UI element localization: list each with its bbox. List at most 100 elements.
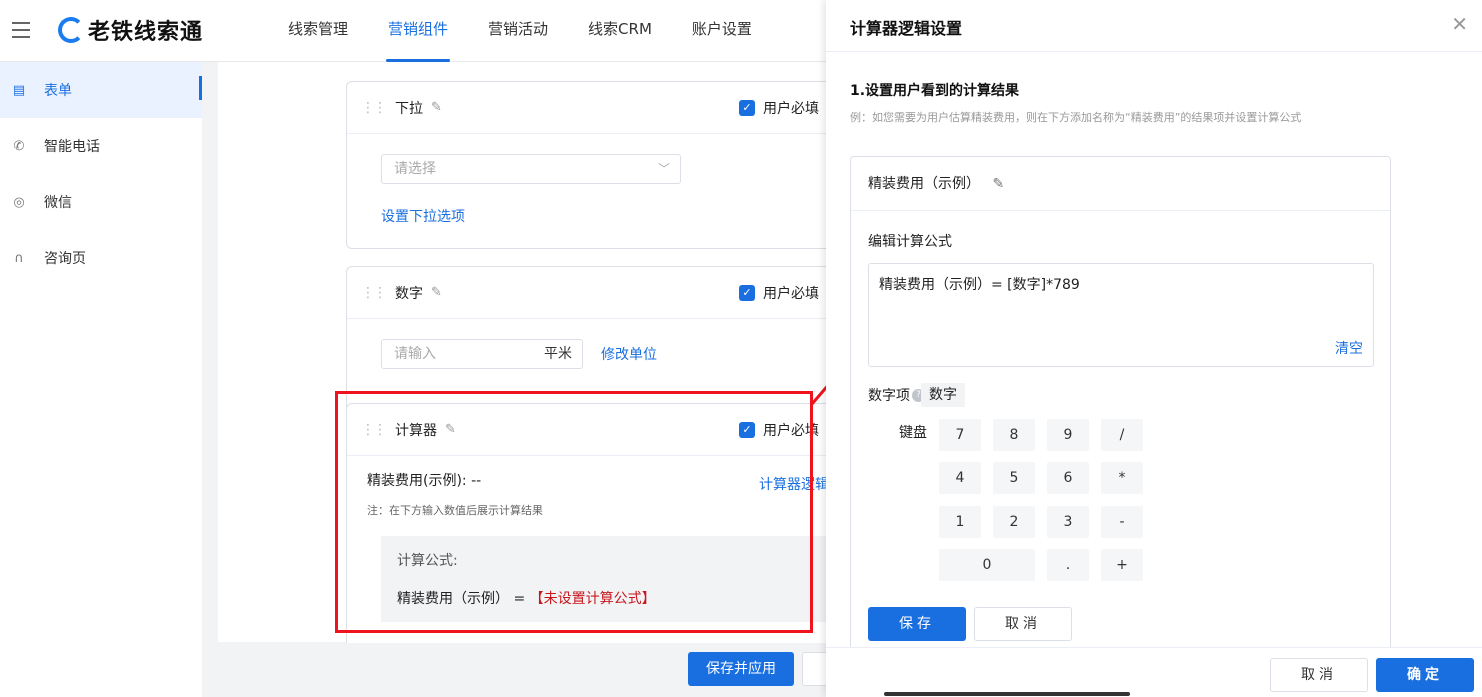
chevron-down-icon: ﹀ [657, 162, 670, 176]
key-plus[interactable]: + [1101, 549, 1143, 581]
card-title: 下拉 [395, 100, 423, 117]
input-placeholder: 请输入 [394, 346, 436, 362]
footer-cancel-button[interactable]: 取消 [1270, 658, 1368, 692]
footer-confirm-button[interactable]: 确定 [1376, 658, 1474, 692]
formula-label: 计算公式: [397, 553, 458, 569]
modify-unit-link[interactable]: 修改单位 [601, 344, 657, 364]
key-1[interactable]: 1 [939, 506, 981, 538]
nav-item-leads[interactable]: 线索管理 [268, 0, 368, 62]
unit-label: 平米 [544, 346, 572, 362]
required-label: 用户必填 [763, 422, 819, 439]
save-and-apply-button[interactable]: 保存并应用 [688, 652, 794, 686]
key-8[interactable]: 8 [993, 419, 1035, 451]
close-icon[interactable]: ✕ [1451, 12, 1468, 36]
sidebar-item-label: 微信 [44, 195, 72, 211]
sidebar-item-label: 表单 [44, 83, 72, 99]
drag-handle-icon[interactable]: ⋮⋮ [361, 422, 387, 438]
result-item-header: 精装费用（示例） ✎ [851, 157, 1390, 211]
calculator-note: 注：在下方输入数值后展示计算结果 [367, 504, 543, 517]
card-title: 计算器 [395, 422, 437, 439]
key-5[interactable]: 5 [993, 462, 1035, 494]
clear-link[interactable]: 清空 [1335, 338, 1363, 358]
form-icon: ▤ [12, 82, 26, 98]
number-item-tag[interactable]: 数字 [921, 383, 965, 407]
nav-item-crm[interactable]: 线索CRM [568, 0, 672, 62]
keyboard-label: 键盘 [899, 425, 927, 441]
key-3[interactable]: 3 [1047, 506, 1089, 538]
result-item-card: 精装费用（示例） ✎ 编辑计算公式 精装费用（示例）= [数字]*789 清空 … [850, 156, 1391, 666]
check-icon: ✓ [739, 421, 755, 438]
formula-equals: = [509, 591, 530, 607]
sidebar-item-form[interactable]: ▤ 表单 [0, 62, 202, 118]
check-icon: ✓ [739, 99, 755, 116]
edit-icon[interactable]: ✎ [992, 176, 1004, 192]
logo-mark-icon [58, 17, 84, 43]
nav-item-marketing-activities[interactable]: 营销活动 [468, 0, 568, 62]
headset-icon: ∩ [14, 250, 24, 266]
required-label: 用户必填 [763, 100, 819, 117]
key-4[interactable]: 4 [939, 462, 981, 494]
footer-scrollbar[interactable] [884, 692, 1130, 696]
key-minus[interactable]: - [1101, 506, 1143, 538]
sidebar: ▤ 表单 ✆ 智能电话 ◎ 微信 ∩ 咨询页 [0, 62, 202, 697]
card-header: ⋮⋮ 下拉 ✎ ✓ 用户必填 [347, 82, 826, 134]
dropdown-select[interactable]: 请选择 ﹀ [381, 154, 681, 184]
logo-text: 老铁线索通 [88, 20, 204, 45]
section-title: 1.设置用户看到的计算结果 [850, 83, 1020, 99]
calculator-logic-drawer: 计算器逻辑设置 ✕ 1.设置用户看到的计算结果 例：如您需要为用户估算精装费用，… [826, 0, 1482, 697]
sidebar-item-label: 智能电话 [44, 139, 100, 155]
card-title: 数字 [395, 285, 423, 302]
card-header: ⋮⋮ 数字 ✎ ✓ 用户必填 [347, 267, 826, 319]
key-7[interactable]: 7 [939, 419, 981, 451]
drag-handle-icon[interactable]: ⋮⋮ [361, 285, 387, 301]
key-dot[interactable]: . [1047, 549, 1089, 581]
select-placeholder: 请选择 [394, 161, 436, 177]
edit-icon[interactable]: ✎ [431, 285, 442, 300]
key-divide[interactable]: / [1101, 419, 1143, 451]
secondary-button[interactable] [802, 652, 826, 686]
set-dropdown-options-link[interactable]: 设置下拉选项 [381, 206, 465, 226]
drawer-footer: 取消 确定 [826, 647, 1482, 697]
check-icon: ✓ [739, 284, 755, 301]
sidebar-item-consult-page[interactable]: ∩ 咨询页 [0, 230, 202, 286]
drag-handle-icon[interactable]: ⋮⋮ [361, 100, 387, 116]
main-area: ⋮⋮ 下拉 ✎ ✓ 用户必填 请选择 ﹀ 设置下拉选项 ⋮⋮ 数字 ✎ ✓ 用户… [202, 62, 826, 697]
number-field-card[interactable]: ⋮⋮ 数字 ✎ ✓ 用户必填 请输入 平米 修改单位 [346, 266, 826, 414]
drawer-title: 计算器逻辑设置 [850, 19, 963, 38]
key-9[interactable]: 9 [1047, 419, 1089, 451]
number-items-text: 数字项 [868, 388, 910, 404]
calculator-result-line: 精装费用(示例): -- [367, 473, 482, 489]
key-2[interactable]: 2 [993, 506, 1035, 538]
number-input[interactable]: 请输入 平米 [381, 339, 583, 369]
phone-icon: ✆ [13, 138, 25, 154]
cancel-button[interactable]: 取消 [974, 607, 1072, 641]
nav-item-marketing-components[interactable]: 营销组件 [368, 0, 468, 62]
save-button[interactable]: 保存 [868, 607, 966, 641]
edit-icon[interactable]: ✎ [431, 100, 442, 115]
section-hint: 例：如您需要为用户估算精装费用，则在下方添加名称为“精装费用”的结果项并设置计算… [850, 111, 1302, 124]
required-checkbox[interactable]: ✓ 用户必填 [739, 283, 819, 303]
drawer-header: 计算器逻辑设置 ✕ [826, 0, 1482, 52]
nav-item-account-settings[interactable]: 账户设置 [672, 0, 772, 62]
edit-icon[interactable]: ✎ [445, 422, 456, 437]
formula-text: 精装费用（示例）= [数字]*789 [879, 277, 1080, 293]
sidebar-item-smart-phone[interactable]: ✆ 智能电话 [0, 118, 202, 174]
sidebar-item-wechat[interactable]: ◎ 微信 [0, 174, 202, 230]
required-label: 用户必填 [763, 285, 819, 302]
required-checkbox[interactable]: ✓ 用户必填 [739, 420, 819, 440]
formula-preview: 计算公式: 精装费用（示例） = 【未设置计算公式】 [381, 536, 826, 622]
sidebar-item-label: 咨询页 [44, 251, 86, 267]
formula-editor[interactable]: 精装费用（示例）= [数字]*789 清空 [868, 263, 1374, 367]
menu-icon[interactable] [12, 22, 30, 38]
dropdown-field-card[interactable]: ⋮⋮ 下拉 ✎ ✓ 用户必填 请选择 ﹀ 设置下拉选项 [346, 81, 826, 249]
result-item-name: 精装费用（示例） [868, 176, 980, 192]
edit-formula-label: 编辑计算公式 [868, 234, 952, 250]
required-checkbox[interactable]: ✓ 用户必填 [739, 98, 819, 118]
key-6[interactable]: 6 [1047, 462, 1089, 494]
formula-line: 精装费用（示例） = 【未设置计算公式】 [397, 588, 826, 608]
calculator-field-card[interactable]: ⋮⋮ 计算器 ✎ ✓ 用户必填 精装费用(示例): -- 计算器逻辑 注：在下方… [346, 403, 826, 643]
key-0[interactable]: 0 [939, 549, 1035, 581]
formula-unset: 【未设置计算公式】 [529, 591, 656, 607]
key-multiply[interactable]: * [1101, 462, 1143, 494]
calculator-logic-link[interactable]: 计算器逻辑 [759, 474, 826, 494]
